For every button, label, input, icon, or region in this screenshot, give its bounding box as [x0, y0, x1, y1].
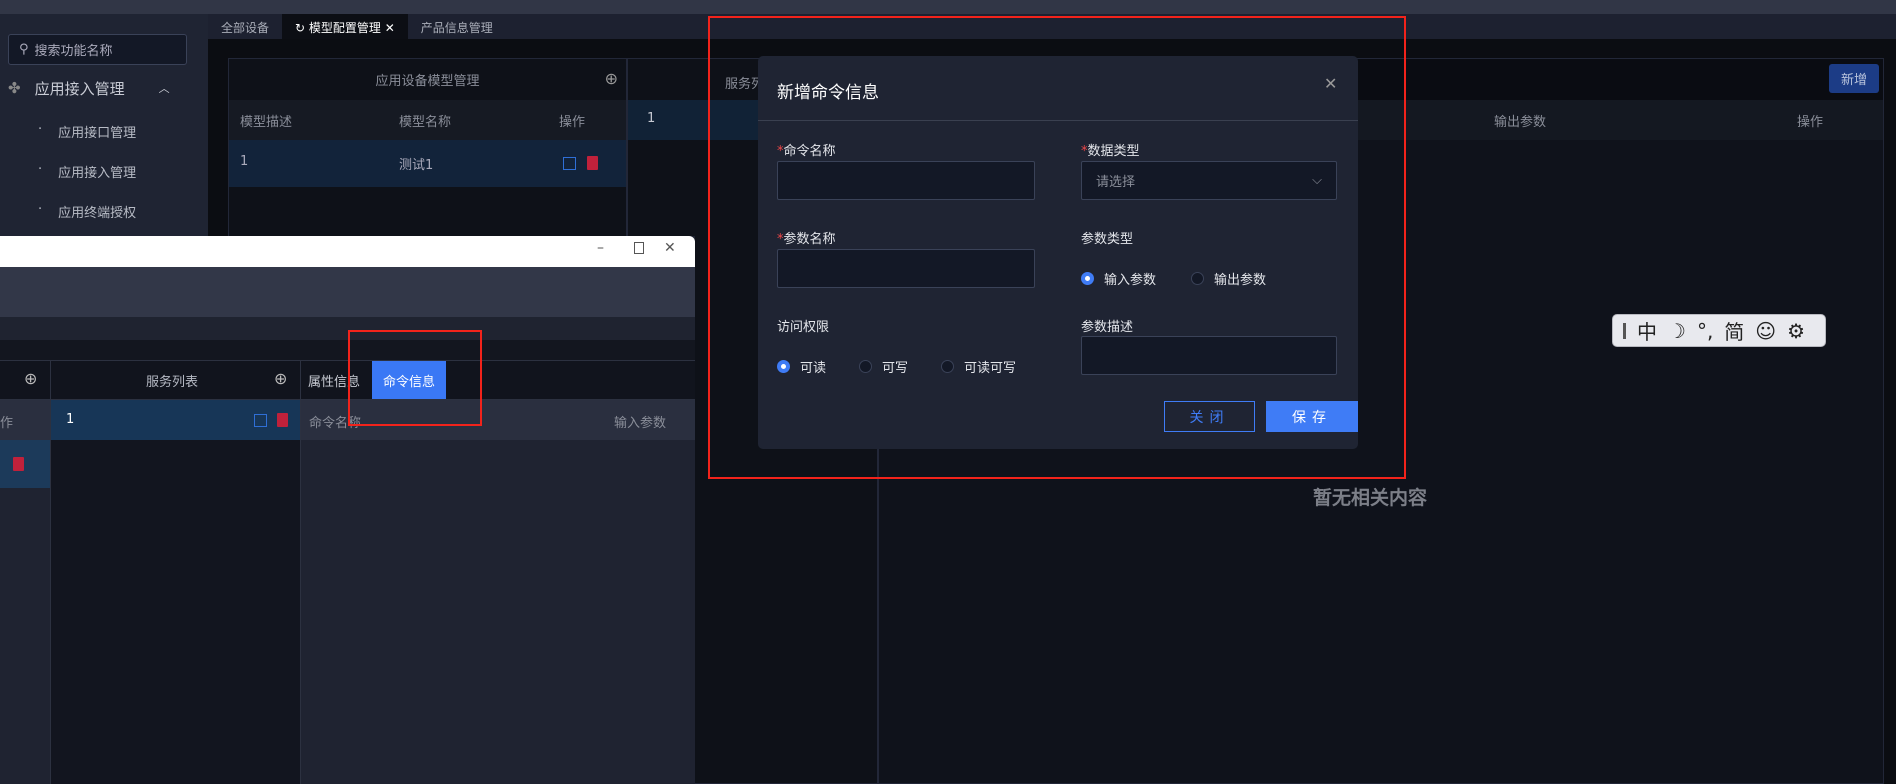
- add-button[interactable]: 新增: [1829, 64, 1879, 93]
- ime-toolbar: 中 ☽ °, 简 ☺ ⚙: [1612, 314, 1826, 347]
- ime-punct[interactable]: °,: [1697, 319, 1713, 343]
- sidebar-item[interactable]: · 应用终端授权: [38, 202, 198, 221]
- chevron-up-icon: ︿: [158, 82, 170, 95]
- col-header: 操作: [1797, 115, 1824, 130]
- search-icon: ⚲: [19, 42, 29, 57]
- close-icon[interactable]: ✕: [385, 21, 395, 35]
- add-circle-icon[interactable]: ⊕: [274, 369, 287, 388]
- moon-icon[interactable]: ☽: [1668, 319, 1686, 343]
- search-input[interactable]: ⚲ 搜索功能名称: [8, 34, 187, 65]
- menu-app-access[interactable]: ✤ 应用接入管理 ︿: [0, 76, 208, 100]
- col-header: 操作: [559, 115, 586, 130]
- table-row[interactable]: 1 测试1: [229, 140, 626, 187]
- close-icon[interactable]: ✕: [664, 240, 676, 256]
- tab-model-config[interactable]: ↻ 模型配置管理 ✕: [282, 14, 408, 39]
- tab-all-devices[interactable]: 全部设备: [208, 14, 282, 39]
- edit-icon[interactable]: [563, 157, 576, 170]
- smiley-icon[interactable]: ☺: [1755, 319, 1776, 343]
- table-row[interactable]: [0, 440, 50, 488]
- col-header: 输出参数: [1494, 115, 1547, 130]
- gear-icon[interactable]: ⚙: [1787, 319, 1805, 343]
- add-circle-icon[interactable]: ⊕: [605, 69, 618, 88]
- empty-text: 暂无相关内容: [1313, 487, 1428, 509]
- panel-title: 服务列表: [146, 375, 199, 390]
- highlight-box: [708, 16, 1406, 479]
- panel-title: 应用设备模型管理: [375, 74, 480, 89]
- tab-product-info[interactable]: 产品信息管理: [408, 14, 506, 39]
- trash-icon[interactable]: [587, 156, 598, 170]
- minimize-icon[interactable]: –: [597, 240, 604, 256]
- col-header: 模型名称: [399, 115, 452, 130]
- trash-icon[interactable]: [13, 457, 24, 471]
- ime-mode[interactable]: 中: [1637, 316, 1657, 345]
- ime-simplified[interactable]: 简: [1724, 316, 1744, 345]
- edit-icon[interactable]: [254, 414, 267, 427]
- sidebar-item[interactable]: · 应用接口管理: [38, 122, 198, 141]
- window-titlebar: – ✕: [0, 236, 695, 267]
- table-row[interactable]: 1: [51, 400, 300, 440]
- grid-icon: ✤: [8, 79, 21, 97]
- drag-handle[interactable]: [1623, 322, 1626, 339]
- sidebar-item[interactable]: · 应用接入管理: [38, 162, 198, 181]
- maximize-icon[interactable]: [634, 242, 644, 254]
- top-bar: [0, 0, 1896, 14]
- col-header: 输入参数: [614, 416, 667, 431]
- overlay-window: – ✕ ⊕ 服务列表 ⊕ 属性信息 命令信息 作 1 命令名称 输入参数: [0, 236, 695, 784]
- add-circle-icon[interactable]: ⊕: [24, 369, 37, 388]
- col-header: 模型描述: [240, 115, 293, 130]
- trash-icon[interactable]: [277, 413, 288, 427]
- highlight-box: [348, 330, 482, 426]
